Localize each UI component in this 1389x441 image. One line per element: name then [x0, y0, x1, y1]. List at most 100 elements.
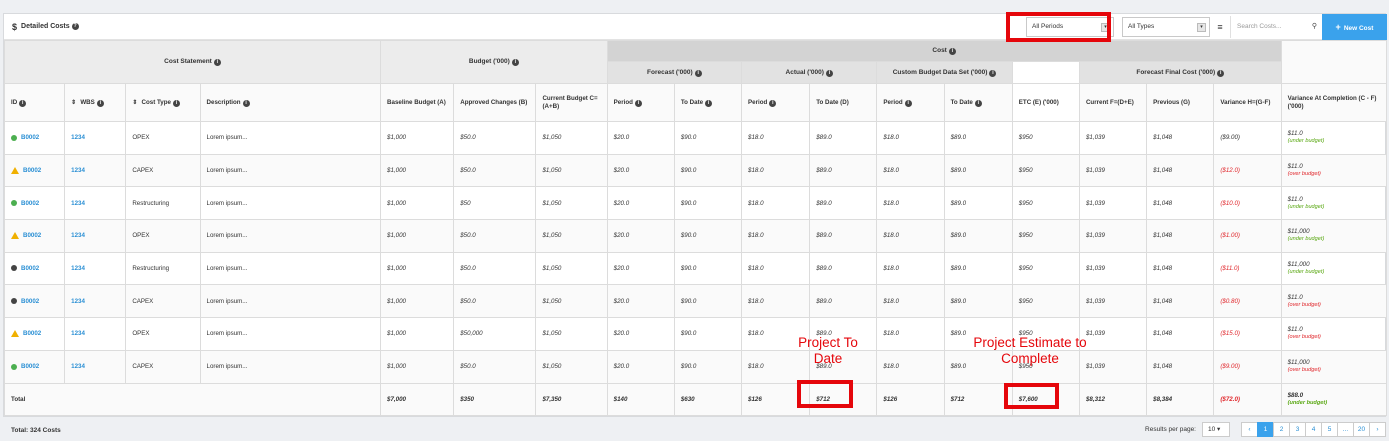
row-ft: $90.0 [673, 186, 743, 221]
row-prev: $1,048 [1146, 186, 1215, 221]
row-wbs[interactable]: 1234 [64, 251, 127, 286]
row-wbs[interactable]: 1234 [64, 186, 127, 221]
col-etc[interactable]: ETC (E) ('000) [1011, 83, 1080, 122]
chevron-left-icon[interactable]: ‹ [1241, 422, 1258, 437]
col-approved-changes[interactable]: Approved Changes (B) [453, 83, 537, 122]
search-icon[interactable]: ⚲ [1312, 16, 1317, 38]
chevron-right-icon[interactable]: › [1369, 422, 1386, 437]
row-at: $89.0 [809, 251, 878, 286]
row-approved: $50.0 [453, 153, 537, 188]
sort-icon[interactable]: ⇕ [71, 99, 76, 106]
page-button[interactable]: 1 [1257, 422, 1274, 437]
help-icon[interactable]: i [213, 59, 221, 66]
total-current-budget: $7,350 [535, 382, 608, 417]
row-variance: ($9.00) [1213, 121, 1282, 155]
help-icon[interactable]: i [769, 99, 777, 107]
page-button[interactable]: 3 [1289, 422, 1306, 437]
col-forecast-period[interactable]: Period i [606, 83, 675, 122]
row-id[interactable]: B0002 [3, 284, 66, 319]
col-description[interactable]: Description i [199, 83, 382, 122]
row-cur: $1,039 [1078, 153, 1148, 188]
total-costs-count: Total: 324 Costs [11, 426, 61, 434]
help-icon[interactable]: i [974, 99, 982, 107]
page-button[interactable]: 2 [1273, 422, 1290, 437]
row-wbs[interactable]: 1234 [64, 349, 127, 384]
help-icon[interactable]: i [989, 69, 997, 77]
row-wbs[interactable]: 1234 [64, 219, 127, 253]
type-select[interactable]: All Types ▾ [1122, 17, 1210, 37]
col-custom-period[interactable]: Period i [876, 83, 945, 122]
page-button[interactable]: 4 [1305, 422, 1322, 437]
table-row[interactable]: B0002 1234 CAPEX Lorem ipsum... $1,000 $50.0 $… [3, 349, 1388, 384]
help-icon[interactable]: i [1217, 69, 1225, 77]
help-icon[interactable]: i [19, 99, 27, 107]
col-id[interactable]: ID i [3, 83, 66, 122]
row-fp: $20.0 [606, 153, 675, 188]
col-variance-at-completion[interactable]: Variance At Completion (C - F) ('000) [1280, 83, 1388, 122]
row-id[interactable]: B0002 [3, 317, 66, 351]
row-cur: $1,039 [1078, 121, 1148, 155]
row-id[interactable]: B0002 [3, 219, 66, 253]
row-vac: $11,000 (under budget) [1280, 219, 1388, 253]
row-baseline: $1,000 [380, 284, 455, 319]
total-forecast-to-date: $630 [673, 382, 743, 417]
row-id[interactable]: B0002 [3, 186, 66, 221]
table-row[interactable]: B0002 1234 OPEX Lorem ipsum... $1,000 $50.0 $1… [3, 121, 1388, 155]
col-custom-to-date[interactable]: To Date i [943, 83, 1013, 122]
row-ap: $18.0 [741, 153, 811, 188]
table-row[interactable]: B0002 1234 CAPEX Lorem ipsum... $1,000 $50.0 $… [3, 153, 1388, 188]
row-id[interactable]: B0002 [3, 153, 66, 188]
row-prev: $1,048 [1146, 317, 1215, 351]
table-row[interactable]: B0002 1234 CAPEX Lorem ipsum... $1,000 $50.0 $… [3, 284, 1388, 319]
col-ffc-current[interactable]: Current F=(D+E) [1078, 83, 1148, 122]
help-icon[interactable]: i [705, 99, 713, 107]
panel-title-text: Detailed Costs [21, 23, 70, 30]
table-row[interactable]: B0002 1234 OPEX Lorem ipsum... $1,000 $50,000… [3, 317, 1388, 351]
row-wbs[interactable]: 1234 [64, 121, 127, 155]
row-wbs[interactable]: 1234 [64, 284, 127, 319]
col-current-budget[interactable]: Current Budget C=(A+B) [535, 83, 608, 122]
search-input[interactable]: Search Costs... ⚲ [1230, 16, 1322, 38]
help-icon[interactable]: i [825, 69, 833, 77]
table-row[interactable]: B0002 1234 Restructuring Lorem ipsum... $1,0… [3, 186, 1388, 221]
help-icon[interactable]: i [694, 69, 702, 77]
sort-icon[interactable]: ⇕ [132, 99, 137, 106]
page-button[interactable]: 5 [1321, 422, 1338, 437]
row-vac-note: (over budget) [1287, 334, 1321, 341]
row-ct: $89.0 [943, 153, 1013, 188]
help-icon[interactable]: i [904, 99, 912, 107]
help-icon[interactable]: i [96, 99, 104, 107]
row-cp: $18.0 [876, 219, 945, 253]
help-icon[interactable]: i [634, 99, 642, 107]
col-variance[interactable]: Variance H=(G-F) [1213, 83, 1282, 122]
page-button[interactable]: 20 [1353, 422, 1370, 437]
row-wbs[interactable]: 1234 [64, 153, 127, 188]
status-ok-icon [11, 134, 17, 141]
col-ffc-previous[interactable]: Previous (G) [1146, 83, 1215, 122]
help-icon[interactable]: i [511, 59, 519, 66]
col-forecast-to-date[interactable]: To Date i [673, 83, 743, 122]
table-row[interactable]: B0002 1234 OPEX Lorem ipsum... $1,000 $50.0 $1… [3, 219, 1388, 253]
row-id[interactable]: B0002 [3, 121, 66, 155]
new-cost-button[interactable]: + New Cost [1322, 14, 1387, 40]
col-cost-type[interactable]: ⇕ Cost Type i [125, 83, 201, 122]
row-vac-value: $11.0 [1287, 163, 1303, 171]
help-icon[interactable]: ? [71, 23, 79, 30]
page-button[interactable]: ... [1337, 422, 1354, 437]
row-id[interactable]: B0002 [3, 251, 66, 286]
row-cost-type: CAPEX [125, 284, 201, 319]
row-id[interactable]: B0002 [3, 349, 66, 384]
col-baseline-budget[interactable]: Baseline Budget (A) [380, 83, 455, 122]
total-row: Total $7,000 $350 $7,350 $140 $630 $126 … [3, 382, 1388, 417]
table-row[interactable]: B0002 1234 Restructuring Lorem ipsum... $1,0… [3, 251, 1388, 286]
help-icon[interactable]: i [242, 99, 250, 107]
col-actual-to-date[interactable]: To Date (D) [809, 83, 878, 122]
results-per-page-select[interactable]: 10 ▾ [1202, 422, 1230, 437]
help-icon[interactable]: i [948, 48, 956, 55]
row-baseline: $1,000 [380, 121, 455, 155]
row-wbs[interactable]: 1234 [64, 317, 127, 351]
col-wbs[interactable]: ⇕ WBS i [64, 83, 127, 122]
col-actual-period[interactable]: Period i [741, 83, 811, 122]
help-icon[interactable]: i [172, 99, 180, 107]
menu-icon[interactable]: ≡ [1210, 22, 1230, 32]
